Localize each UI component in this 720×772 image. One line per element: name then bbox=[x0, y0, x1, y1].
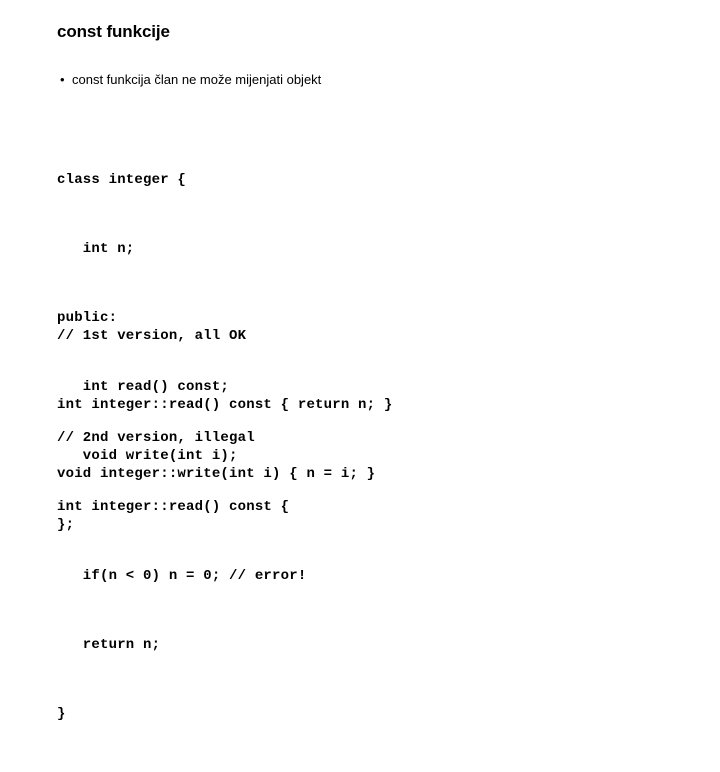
code-line: // 2nd version, illegal bbox=[57, 430, 255, 446]
code-line: // 1st version, all OK bbox=[57, 328, 247, 344]
list-item: • const funkcija član ne može mijenjati … bbox=[60, 71, 660, 89]
code-line: int n; bbox=[57, 241, 135, 257]
code-line: if(n < 0) n = 0; // error! bbox=[57, 568, 307, 584]
code-line: int integer::read() const { bbox=[57, 499, 290, 515]
code-block-second-version-illegal: // 2nd version, illegal int integer::rea… bbox=[57, 381, 306, 772]
bullet-point-icon: • bbox=[60, 72, 65, 87]
code-line: return n; bbox=[57, 637, 161, 653]
code-line: } bbox=[57, 706, 66, 722]
bullet-list: • const funkcija član ne može mijenjati … bbox=[60, 71, 660, 89]
slide-canvas: const funkcije • const funkcija član ne … bbox=[0, 0, 720, 722]
page-title: const funkcije bbox=[57, 22, 170, 41]
list-item-label: const funkcija član ne može mijenjati ob… bbox=[72, 72, 322, 87]
code-line: class integer { bbox=[57, 172, 187, 188]
